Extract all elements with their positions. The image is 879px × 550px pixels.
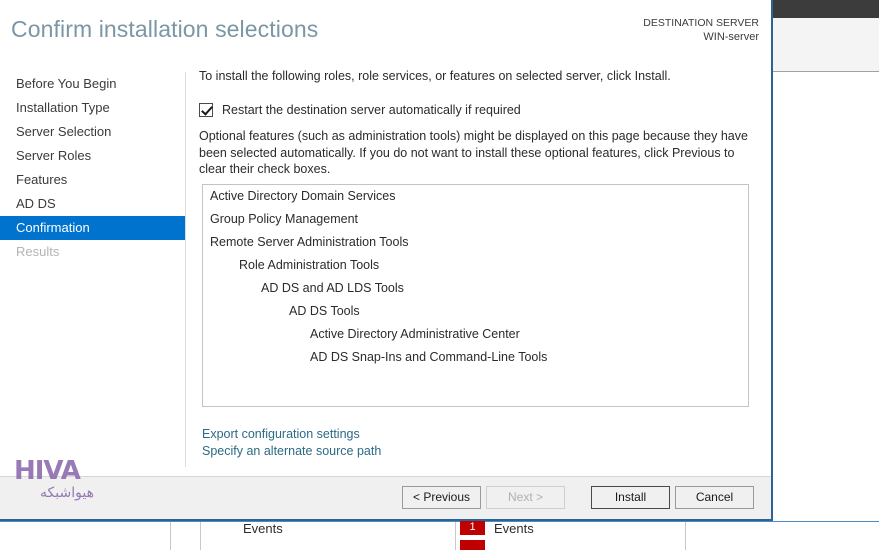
list-item[interactable]: Active Directory Administrative Center (203, 323, 748, 346)
cancel-button[interactable]: Cancel (675, 486, 754, 509)
restart-checkbox-row[interactable]: Restart the destination server automatic… (199, 102, 759, 118)
screen-root: Events 1 Events Confirm installation sel… (0, 0, 879, 550)
previous-button[interactable]: < Previous (402, 486, 481, 509)
export-configuration-settings-link[interactable]: Export configuration settings (202, 426, 381, 443)
destination-server-caption: DESTINATION SERVER (643, 17, 759, 29)
wizard-footer: < Previous Next > Install Cancel (0, 476, 771, 519)
dashboard-column (170, 522, 200, 550)
destination-server-info: DESTINATION SERVER WIN-server (643, 16, 759, 44)
background-panel-divider (772, 71, 879, 72)
destination-server-name: WIN-server (703, 31, 759, 43)
list-item[interactable]: Active Directory Domain Services (203, 185, 748, 208)
sidebar-item-server-roles[interactable]: Server Roles (0, 144, 185, 168)
optional-features-note: Optional features (such as administratio… (199, 129, 748, 176)
dashboard-column (685, 522, 879, 550)
dashboard-events-badge-secondary (460, 540, 485, 550)
dashboard-events-label-1[interactable]: Events (243, 521, 283, 536)
restart-checkbox-label: Restart the destination server automatic… (222, 103, 521, 117)
background-title-bar (772, 0, 879, 18)
sidebar-item-before-you-begin[interactable]: Before You Begin (0, 72, 185, 96)
wizard-content: To install the following roles, role ser… (199, 68, 759, 178)
dashboard-column (200, 522, 455, 550)
sidebar-item-results: Results (16, 244, 60, 259)
list-item[interactable]: Group Policy Management (203, 208, 748, 231)
dashboard-column (455, 522, 685, 550)
background-panel (772, 18, 879, 71)
install-button[interactable]: Install (591, 486, 670, 509)
list-item[interactable]: Role Administration Tools (203, 254, 748, 277)
dashboard-events-label-2[interactable]: Events (494, 521, 534, 536)
specify-alternate-source-path-link[interactable]: Specify an alternate source path (202, 443, 381, 460)
sidebar-item-features[interactable]: Features (0, 168, 185, 192)
sidebar-item-installation-type[interactable]: Installation Type (0, 96, 185, 120)
list-item[interactable]: AD DS and AD LDS Tools (203, 277, 748, 300)
wizard-links: Export configuration settings Specify an… (202, 426, 381, 460)
list-item[interactable]: AD DS Snap-Ins and Command-Line Tools (203, 346, 748, 369)
dashboard-tiles-row (0, 521, 879, 550)
restart-checkbox[interactable] (199, 103, 213, 117)
sidebar-item-ad-ds[interactable]: AD DS (0, 192, 185, 216)
list-item[interactable]: AD DS Tools (203, 300, 748, 323)
dashboard-events-badge[interactable]: 1 (460, 519, 485, 535)
intro-text: To install the following roles, role ser… (199, 69, 671, 83)
sidebar-item-server-selection[interactable]: Server Selection (0, 120, 185, 144)
next-button: Next > (486, 486, 565, 509)
list-item[interactable]: Remote Server Administration Tools (203, 231, 748, 254)
sidebar-item-confirmation[interactable]: Confirmation (0, 216, 185, 240)
dashboard-column (0, 522, 170, 550)
wizard-sidebar: Before You Begin Installation Type Serve… (0, 72, 186, 467)
page-title: Confirm installation selections (11, 16, 319, 42)
selections-listbox[interactable]: Active Directory Domain Services Group P… (202, 184, 749, 407)
add-roles-wizard-dialog: Confirm installation selections DESTINAT… (0, 0, 773, 521)
